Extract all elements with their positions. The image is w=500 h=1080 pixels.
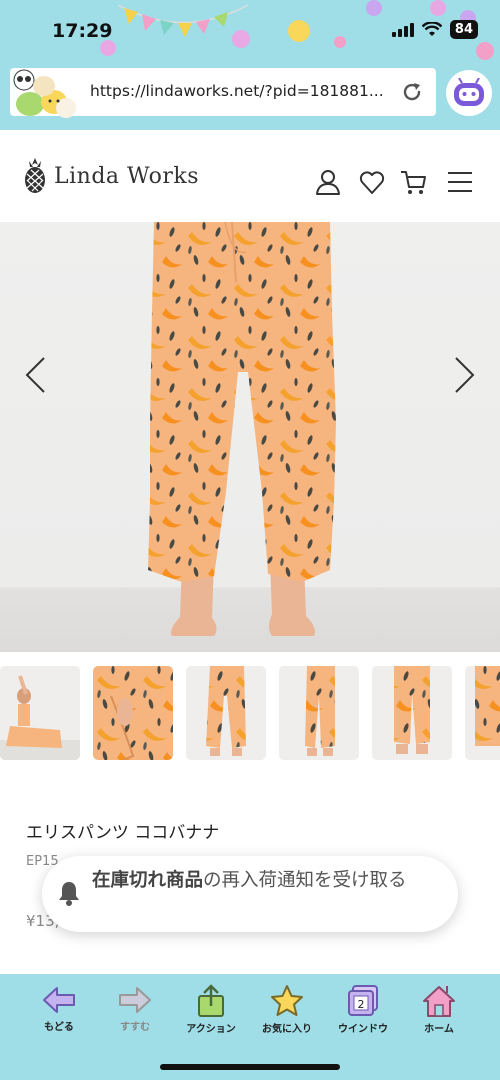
reload-icon[interactable] — [400, 80, 424, 104]
thumbnail-image[interactable] — [186, 666, 266, 760]
hamburger-menu-icon[interactable] — [446, 168, 474, 196]
favorites-button[interactable]: お気に入り — [252, 984, 322, 1035]
forward-arrow-icon — [119, 987, 151, 1013]
balloon-decoration — [366, 0, 382, 16]
signal-icon — [391, 22, 414, 37]
thumbnail-image[interactable] — [372, 666, 452, 760]
restock-notification-bold: 在庫切れ商品 — [92, 870, 204, 891]
previous-image-arrow-icon[interactable] — [24, 356, 46, 394]
window-stack-icon: 2 — [348, 985, 378, 1016]
share-icon — [198, 984, 224, 1017]
home-icon — [423, 986, 455, 1017]
thumbnail-strip — [0, 666, 500, 760]
robot-icon — [454, 78, 484, 106]
status-icons: 84 — [391, 20, 478, 39]
battery-indicator: 84 — [449, 20, 478, 39]
site-header: Linda Works — [0, 130, 500, 222]
window-count: 2 — [358, 998, 365, 1011]
balloon-decoration — [100, 40, 116, 56]
balloon-decoration — [288, 20, 310, 42]
star-icon — [271, 985, 303, 1016]
account-icon[interactable] — [314, 168, 342, 196]
browser-top-bar: 17:29 84 https://lindaworks.net/?pid=181… — [0, 0, 500, 130]
wifi-icon — [421, 21, 442, 36]
url-text[interactable]: https://lindaworks.net/?pid=181881... — [90, 82, 384, 100]
bell-icon — [59, 882, 79, 906]
back-label: もどる — [44, 1022, 74, 1033]
mascot-characters-icon[interactable] — [10, 68, 76, 120]
home-label: ホーム — [424, 1024, 454, 1035]
thumbnail-image[interactable] — [279, 666, 359, 760]
thumbnail-image[interactable] — [93, 666, 173, 760]
next-image-arrow-icon[interactable] — [454, 356, 476, 394]
site-logo[interactable]: Linda Works — [24, 158, 199, 194]
pineapple-logo-icon — [25, 158, 45, 193]
home-button[interactable]: ホーム — [404, 984, 474, 1035]
bunting-decoration — [118, 4, 248, 37]
favorites-label: お気に入り — [262, 1024, 312, 1035]
forward-button[interactable]: すすむ — [100, 984, 170, 1033]
balloon-decoration — [232, 30, 250, 48]
back-button[interactable]: もどる — [24, 984, 94, 1033]
product-main-image[interactable] — [0, 222, 500, 652]
product-name: エリスパンツ ココバナナ — [26, 823, 220, 843]
restock-notification-button[interactable]: 在庫切れ商品の再入荷通知を受け取る — [42, 856, 458, 932]
restock-notification-text: 在庫切れ商品の再入荷通知を受け取る — [92, 867, 442, 894]
balloon-decoration — [476, 42, 494, 60]
restock-notification-rest: の再入荷通知を受け取る — [203, 870, 407, 891]
thumbnail-image[interactable] — [465, 666, 500, 760]
thumbnail-image[interactable] — [0, 666, 80, 760]
action-button[interactable]: アクション — [176, 984, 246, 1035]
status-time: 17:29 — [52, 20, 113, 42]
home-indicator[interactable] — [160, 1064, 340, 1070]
brand-name: Linda Works — [54, 163, 200, 189]
pants-photo — [148, 222, 336, 636]
balloon-decoration — [430, 0, 446, 16]
cart-icon[interactable] — [400, 168, 428, 196]
window-label: ウインドウ — [338, 1024, 388, 1035]
assistant-button[interactable] — [446, 70, 492, 116]
window-button[interactable]: 2 ウインドウ — [328, 984, 398, 1035]
forward-label: すすむ — [120, 1022, 150, 1033]
balloon-decoration — [334, 36, 346, 48]
favorite-heart-icon[interactable] — [358, 168, 386, 196]
back-arrow-icon — [43, 987, 75, 1013]
action-label: アクション — [186, 1024, 236, 1035]
